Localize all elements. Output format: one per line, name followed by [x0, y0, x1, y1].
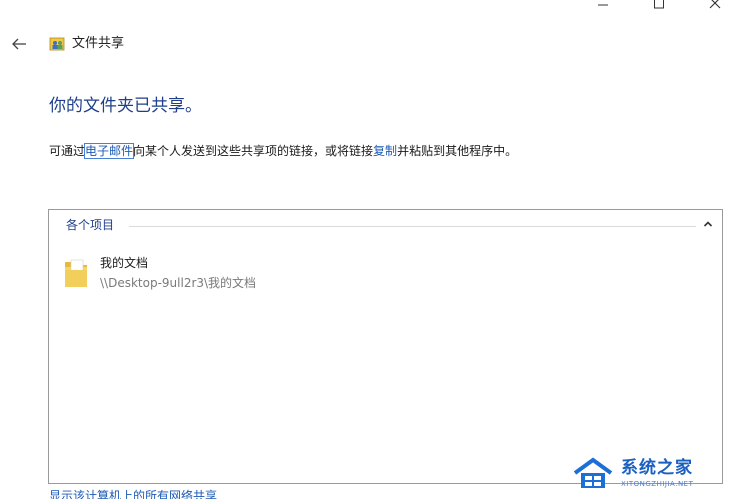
desc-middle: 向某个人发送到这些共享项的链接，或将链接: [133, 144, 374, 158]
show-all-shares-link[interactable]: 显示该计算机上的所有网络共享: [49, 488, 217, 499]
folder-icon: [65, 259, 87, 287]
shared-items-panel: 各个项目 我的文档 \\Desktop-9ull2r3\我的文档: [48, 209, 723, 484]
close-button[interactable]: [687, 0, 743, 14]
minimize-button[interactable]: [575, 0, 631, 14]
back-button[interactable]: [9, 35, 29, 53]
desc-prefix: 可通过: [49, 144, 86, 158]
list-item[interactable]: 我的文档 \\Desktop-9ull2r3\我的文档: [62, 254, 322, 294]
share-description: 可通过电子邮件向某个人发送到这些共享项的链接，或将链接复制并粘贴到其他程序中。: [49, 141, 517, 161]
minimize-icon: [598, 4, 608, 6]
close-icon: [709, 0, 721, 9]
back-arrow-icon: [12, 38, 26, 50]
chevron-up-icon: [703, 221, 713, 227]
page-title: 你的文件夹已共享。: [49, 96, 202, 116]
house-logo-icon: [573, 457, 613, 488]
maximize-button[interactable]: [631, 0, 687, 14]
nav-bar: 文件共享: [0, 32, 743, 56]
window-title: 文件共享: [72, 36, 125, 51]
email-link[interactable]: 电子邮件: [84, 143, 135, 159]
window-caption-buttons: [575, 0, 743, 14]
file-sharing-icon: [49, 37, 65, 51]
desc-suffix: 并粘贴到其他程序中。: [397, 144, 518, 158]
item-name: 我的文档: [100, 256, 149, 270]
watermark-subtext: XITONGZHIJIA.NET: [621, 480, 694, 488]
collapse-group-button[interactable]: [702, 218, 714, 230]
copy-link[interactable]: 复制: [373, 144, 397, 158]
group-divider: [129, 226, 696, 227]
group-header[interactable]: 各个项目: [66, 216, 119, 234]
watermark-text: 系统之家: [621, 458, 693, 478]
maximize-icon: [654, 0, 664, 9]
item-path: \\Desktop-9ull2r3\我的文档: [100, 276, 257, 290]
watermark: 系统之家 XITONGZHIJIA.NET: [571, 455, 731, 493]
